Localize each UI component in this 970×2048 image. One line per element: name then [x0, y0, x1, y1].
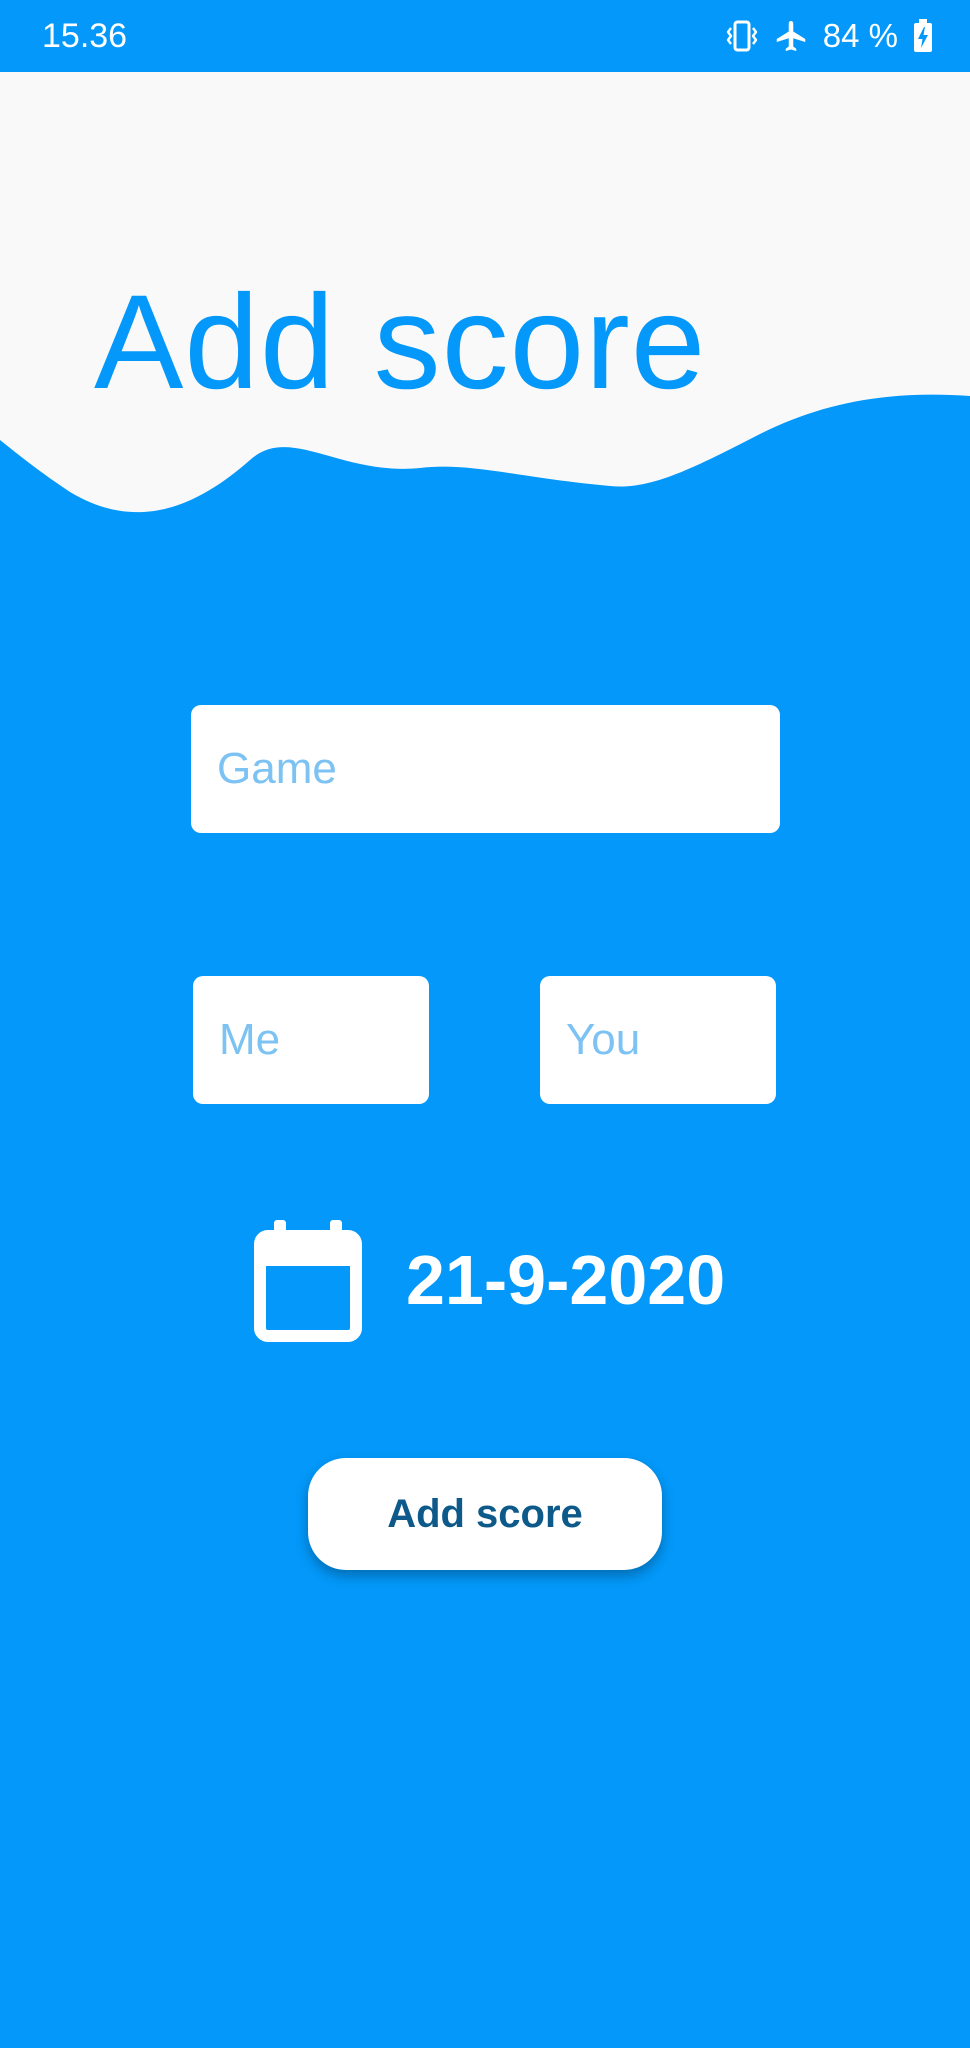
you-score-input[interactable]: [564, 1014, 776, 1066]
airplane-mode-icon: [773, 18, 809, 54]
battery-charging-icon: [912, 18, 934, 54]
status-time: 15.36: [42, 17, 128, 55]
date-value[interactable]: 21-9-2020: [406, 1240, 725, 1320]
status-bar: 15.36 84 %: [0, 0, 970, 72]
you-score-field[interactable]: [540, 976, 776, 1104]
vibrate-icon: [725, 19, 759, 53]
game-input[interactable]: [215, 743, 780, 795]
me-score-field[interactable]: [193, 976, 429, 1104]
status-icons: 84 %: [725, 14, 934, 58]
me-score-input[interactable]: [217, 1014, 429, 1066]
page-title: Add score: [94, 268, 707, 417]
battery-percent: 84 %: [822, 17, 898, 54]
game-field[interactable]: [191, 705, 780, 833]
calendar-icon[interactable]: [252, 1218, 364, 1342]
add-score-screen: 15.36 84 % Add score Game Me You 21-9-20…: [0, 0, 970, 2048]
add-score-button[interactable]: Add score: [308, 1458, 662, 1570]
date-picker-row: 21-9-2020: [252, 1218, 725, 1342]
